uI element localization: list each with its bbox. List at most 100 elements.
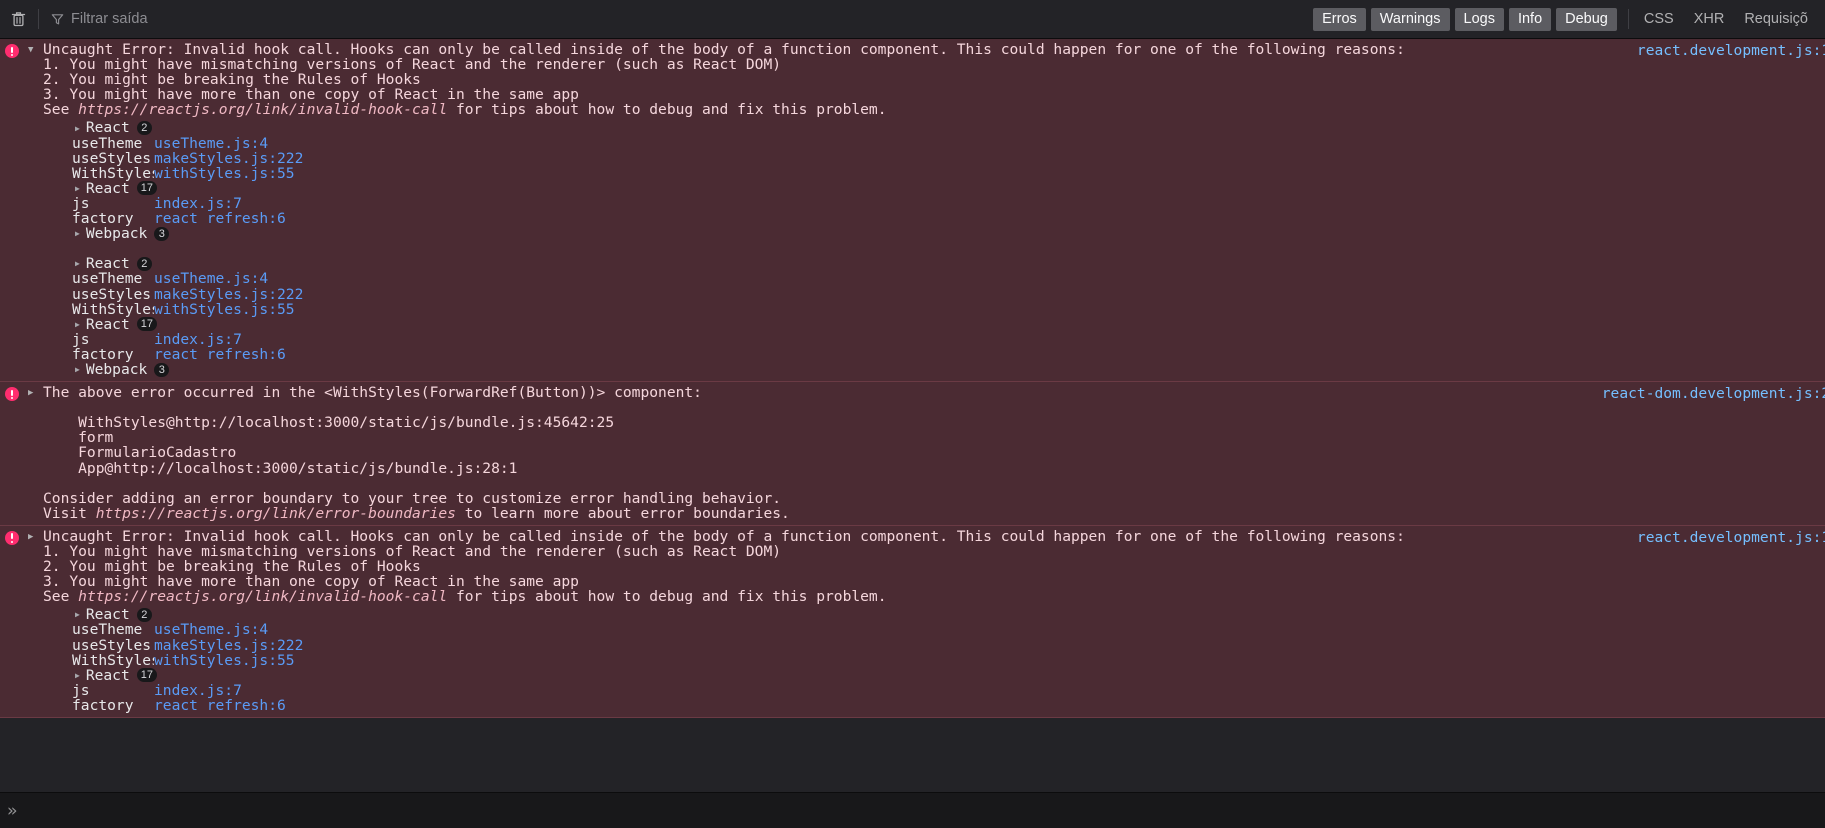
- console-eval-input[interactable]: [25, 802, 1825, 819]
- console-message-error[interactable]: react.development.js:14 Uncaught Error: …: [0, 39, 1825, 383]
- stack-frame-location[interactable]: useTheme.js:4: [154, 622, 268, 637]
- stack-frame-location[interactable]: makeStyles.js:222: [154, 286, 303, 301]
- funnel-icon: [51, 13, 64, 24]
- stack-group[interactable]: ▶ React 17: [43, 317, 1825, 332]
- stack-separator: [43, 241, 1825, 256]
- filter-info-button[interactable]: Info: [1508, 7, 1552, 31]
- stack-frame-function: useTheme: [72, 135, 143, 151]
- filter-buttons-group: Erros Warnings Logs Info Debug CSS XHR R…: [1313, 7, 1819, 31]
- expand-arrow-icon[interactable]: [28, 531, 38, 544]
- doc-link[interactable]: https://reactjs.org/link/invalid-hook-ca…: [78, 102, 447, 117]
- message-line: 3. You might have more than one copy of …: [43, 574, 579, 590]
- stack-group[interactable]: ▶ Webpack 3: [43, 362, 1825, 377]
- chevron-right-icon: ▶: [75, 229, 80, 239]
- stack-group-count: 17: [136, 181, 158, 196]
- line-prefix: Visit: [43, 505, 96, 521]
- line-prefix: See: [43, 102, 79, 118]
- stack-group-label: React: [85, 666, 130, 684]
- message-line: Visit https://reactjs.org/link/error-bou…: [43, 506, 1825, 521]
- stack-frame[interactable]: useStyles makeStyles.js:222: [43, 151, 1825, 166]
- console-message-error[interactable]: react.development.js:14 Uncaught Error: …: [0, 524, 1825, 719]
- message-line: App@http://localhost:3000/static/js/bund…: [43, 460, 518, 476]
- stack-frame-location[interactable]: makeStyles.js:222: [154, 637, 303, 652]
- stack-frame-location[interactable]: react refresh:6: [154, 698, 286, 713]
- stack-frame-location[interactable]: withStyles.js:55: [154, 301, 295, 316]
- console-message-error[interactable]: react-dom.development.js:20 The above er…: [0, 381, 1825, 526]
- stack-frame-location[interactable]: useTheme.js:4: [154, 135, 268, 150]
- stack-group-label: React: [85, 119, 130, 137]
- message-source-link[interactable]: react.development.js:14: [1637, 530, 1825, 545]
- stack-frame-location[interactable]: index.js:7: [154, 683, 242, 698]
- stack-frame[interactable]: js index.js:7: [43, 196, 1825, 211]
- stack-frame[interactable]: useTheme useTheme.js:4: [43, 622, 1825, 637]
- stack-group-count: 2: [136, 256, 152, 271]
- filter-output-container[interactable]: [45, 6, 1314, 32]
- stack-frame[interactable]: js index.js:7: [43, 683, 1825, 698]
- stack-frame[interactable]: useTheme useTheme.js:4: [43, 271, 1825, 286]
- stack-group-label: React: [85, 179, 130, 197]
- stack-frame[interactable]: WithStyles withStyles.js:55: [43, 653, 1825, 668]
- message-line: See https://reactjs.org/link/invalid-hoo…: [43, 102, 1825, 117]
- stack-trace: ▶ React 2 useTheme useTheme.js:4 useStyles m…: [43, 120, 1825, 377]
- message-source-link[interactable]: react.development.js:14: [1637, 43, 1825, 58]
- doc-link[interactable]: https://reactjs.org/link/error-boundarie…: [96, 506, 456, 521]
- stack-frame[interactable]: WithStyles withStyles.js:55: [43, 166, 1825, 181]
- stack-frame-location[interactable]: index.js:7: [154, 196, 242, 211]
- stack-group[interactable]: ▶ React 2: [43, 256, 1825, 271]
- stack-group-label: React: [85, 606, 130, 624]
- stack-frame-function: js: [72, 195, 90, 212]
- stack-frame-location[interactable]: withStyles.js:55: [154, 166, 295, 181]
- stack-frame[interactable]: js index.js:7: [43, 332, 1825, 347]
- stack-frame-location[interactable]: makeStyles.js:222: [154, 151, 303, 166]
- clear-console-button[interactable]: [4, 6, 32, 32]
- filter-errors-button[interactable]: Erros: [1313, 7, 1366, 31]
- stack-frame-location[interactable]: react refresh:6: [154, 347, 286, 362]
- stack-frame[interactable]: factory react refresh:6: [43, 347, 1825, 362]
- error-icon: [5, 44, 19, 58]
- stack-frame[interactable]: useTheme useTheme.js:4: [43, 135, 1825, 151]
- expand-arrow-icon[interactable]: [28, 387, 38, 400]
- expand-arrow-icon[interactable]: [28, 44, 38, 57]
- filter-debug-button[interactable]: Debug: [1556, 7, 1617, 31]
- stack-group[interactable]: ▶ React 2: [43, 607, 1825, 622]
- stack-trace: ▶ React 2 useTheme useTheme.js:4 useStyles m…: [43, 607, 1825, 713]
- message-line: 2. You might be breaking the Rules of Ho…: [43, 559, 421, 575]
- filter-requests-button[interactable]: Requisiçõ: [1735, 8, 1817, 31]
- stack-group-count: 2: [136, 121, 152, 136]
- message-line: 2. You might be breaking the Rules of Ho…: [43, 72, 421, 88]
- filter-warnings-button[interactable]: Warnings: [1370, 7, 1450, 31]
- message-line: FormularioCadastro: [43, 445, 237, 461]
- stack-frame[interactable]: WithStyles withStyles.js:55: [43, 301, 1825, 316]
- chevron-right-icon: ▶: [75, 123, 80, 133]
- message-line: See https://reactjs.org/link/invalid-hoo…: [43, 589, 1825, 604]
- stack-group[interactable]: ▶ React 17: [43, 668, 1825, 683]
- stack-group[interactable]: ▶ React 2: [43, 119, 1825, 137]
- stack-frame-location[interactable]: withStyles.js:55: [154, 653, 295, 668]
- error-icon: [5, 387, 19, 402]
- filter-logs-button[interactable]: Logs: [1454, 7, 1504, 31]
- stack-frame-location[interactable]: index.js:7: [154, 332, 242, 347]
- stack-frame-location[interactable]: react refresh:6: [154, 211, 286, 226]
- prompt-chevron-icon: »: [7, 800, 18, 821]
- stack-frame[interactable]: useStyles makeStyles.js:222: [43, 286, 1825, 302]
- filter-xhr-button[interactable]: XHR: [1685, 8, 1734, 31]
- filter-output-input[interactable]: [71, 7, 1314, 31]
- doc-link[interactable]: https://reactjs.org/link/invalid-hook-ca…: [78, 589, 447, 604]
- chevron-right-icon: ▶: [75, 183, 80, 193]
- message-source-link[interactable]: react-dom.development.js:20: [1602, 386, 1825, 401]
- stack-group[interactable]: ▶ Webpack 3: [43, 226, 1825, 241]
- chevron-right-icon: ▶: [75, 259, 80, 269]
- stack-frame[interactable]: factory react refresh:6: [43, 698, 1825, 713]
- stack-frame[interactable]: factory react refresh:6: [43, 211, 1825, 226]
- stack-frame-function: js: [72, 331, 90, 347]
- stack-frame-function: useStyles: [72, 286, 152, 302]
- chevron-right-icon: ▶: [75, 319, 80, 329]
- console-output[interactable]: react.development.js:14 Uncaught Error: …: [0, 39, 1825, 792]
- filter-css-button[interactable]: CSS: [1635, 8, 1683, 31]
- stack-frame[interactable]: useStyles makeStyles.js:222: [43, 637, 1825, 653]
- stack-group[interactable]: ▶ React 17: [43, 181, 1825, 196]
- console-input-bar[interactable]: »: [0, 792, 1825, 828]
- stack-frame-function: useStyles: [72, 637, 152, 653]
- stack-frame-location[interactable]: useTheme.js:4: [154, 271, 268, 286]
